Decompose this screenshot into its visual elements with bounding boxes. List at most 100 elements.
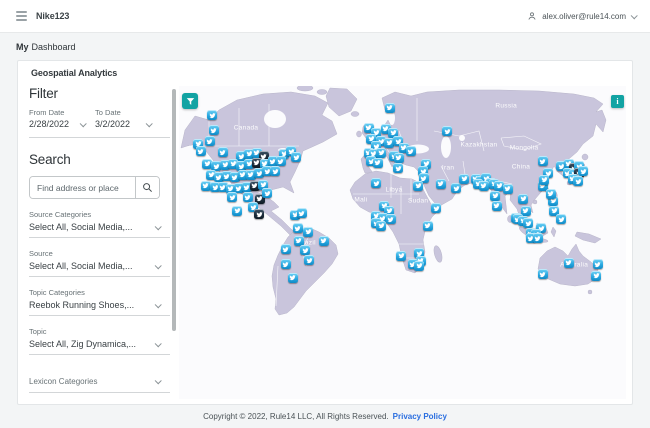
twitter-bird-icon (373, 180, 380, 186)
map-marker[interactable] (227, 192, 238, 203)
map-marker[interactable] (518, 193, 529, 204)
search-input[interactable] (30, 177, 135, 198)
hamburger-menu-icon[interactable] (14, 9, 29, 23)
map-marker[interactable] (591, 270, 602, 281)
map-marker[interactable] (435, 178, 446, 189)
twitter-bird-icon (565, 260, 572, 266)
map-marker[interactable] (280, 259, 291, 270)
source-categories-select[interactable]: Source Categories Select All, Social Med… (29, 210, 170, 238)
map-filter-button[interactable] (182, 93, 198, 109)
twitter-bird-icon (453, 185, 460, 191)
map-marker[interactable] (385, 214, 396, 225)
twitter-bird-icon (547, 191, 554, 197)
twitter-bird-icon (496, 183, 503, 189)
map-marker[interactable] (414, 260, 425, 271)
map-marker[interactable] (491, 200, 502, 211)
map-marker[interactable] (217, 147, 228, 158)
to-date-value: 3/2/2022 (95, 119, 131, 129)
map-marker[interactable] (502, 183, 513, 194)
source-select[interactable]: Source Select All, Social Media,... (29, 249, 170, 277)
sidebar-scrollbar[interactable] (172, 89, 176, 331)
map-marker[interactable] (300, 245, 311, 255)
map-marker[interactable] (270, 166, 281, 177)
map-marker[interactable] (459, 173, 470, 184)
map-marker[interactable] (573, 176, 584, 187)
from-date-select[interactable]: From Date 2/28/2022 (29, 108, 95, 129)
map-marker[interactable] (292, 223, 303, 234)
map-marker[interactable] (296, 208, 307, 219)
map-marker[interactable] (384, 102, 395, 113)
map-marker[interactable] (422, 220, 433, 231)
map-marker[interactable] (291, 152, 302, 163)
twitter-bird-icon (202, 183, 209, 189)
map-marker[interactable] (413, 180, 424, 191)
world-map[interactable]: Canada Russia Kazakhstan Mongolia China Iran L… (179, 86, 626, 399)
map-marker[interactable] (371, 178, 382, 189)
twitter-bird-icon (386, 140, 393, 146)
search-button[interactable] (135, 177, 159, 198)
twitter-bird-icon (522, 208, 529, 214)
topic-categories-select[interactable]: Topic Categories Reebok Running Shoes,..… (29, 288, 170, 316)
map-marker[interactable] (280, 244, 291, 255)
map-marker[interactable] (304, 255, 315, 266)
map-marker[interactable] (478, 180, 489, 191)
map-marker[interactable] (578, 166, 589, 177)
map-marker[interactable] (287, 272, 298, 283)
map-marker[interactable] (405, 146, 416, 157)
map-marker[interactable] (532, 233, 543, 244)
lexicon-categories-select[interactable]: Lexicon Categories (29, 377, 170, 393)
map-marker[interactable] (396, 250, 407, 261)
map-marker[interactable] (204, 136, 215, 147)
map-marker[interactable] (372, 157, 383, 168)
map-marker[interactable] (376, 220, 387, 231)
footer: Copyright © 2022, Rule14 LLC, All Rights… (0, 405, 650, 428)
map-marker[interactable] (303, 226, 314, 237)
to-date-select[interactable]: To Date 3/2/2022 (95, 108, 161, 129)
world-map-svg (180, 86, 607, 316)
chevron-down-icon (154, 261, 162, 269)
map-marker[interactable] (431, 203, 442, 214)
map-marker[interactable] (545, 188, 556, 199)
search-heading: Search (29, 152, 71, 167)
map-info-button[interactable]: i (611, 95, 624, 108)
map-marker[interactable] (539, 174, 550, 185)
search-box (29, 176, 160, 199)
twitter-bird-icon (534, 235, 541, 241)
map-marker[interactable] (393, 163, 404, 173)
map-marker[interactable] (393, 152, 404, 163)
divider (29, 137, 170, 138)
twitter-bird-icon (480, 183, 487, 189)
brand-title: Nike123 (36, 11, 70, 21)
twitter-bird-icon (277, 158, 284, 164)
map-marker[interactable] (556, 214, 567, 225)
map-marker[interactable] (376, 147, 387, 158)
map-marker[interactable] (523, 218, 534, 229)
user-menu[interactable]: alex.oliver@rule14.com (527, 11, 638, 21)
map-marker[interactable] (318, 235, 329, 246)
map-marker[interactable] (275, 156, 286, 167)
twitter-bird-icon (374, 160, 381, 166)
map-marker[interactable] (563, 257, 574, 268)
topic-select[interactable]: Topic Select All, Zig Dynamica,... (29, 327, 170, 355)
from-date-value: 2/28/2022 (29, 119, 70, 129)
map-marker[interactable] (442, 126, 453, 137)
map-marker[interactable] (537, 156, 548, 167)
twitter-bird-icon (294, 225, 301, 231)
chevron-down-icon (154, 377, 162, 385)
map-marker[interactable] (195, 146, 206, 157)
map-marker[interactable] (207, 110, 218, 121)
map-marker[interactable] (451, 183, 462, 194)
map-marker[interactable] (232, 205, 243, 216)
map-marker[interactable] (592, 259, 603, 270)
search-icon (143, 183, 152, 192)
map-marker[interactable] (242, 192, 253, 203)
twitter-bird-icon (264, 190, 271, 196)
map-marker[interactable] (262, 188, 273, 199)
map-marker[interactable] (490, 190, 501, 201)
privacy-policy-link[interactable]: Privacy Policy (393, 412, 447, 421)
map-marker[interactable] (537, 269, 548, 280)
breadcrumb-bar: My Dashboard (0, 34, 650, 60)
map-marker[interactable] (208, 125, 219, 136)
map-marker[interactable] (254, 209, 264, 220)
dashboard-card: Geospatial Analytics Filter From Date 2/… (17, 60, 633, 405)
